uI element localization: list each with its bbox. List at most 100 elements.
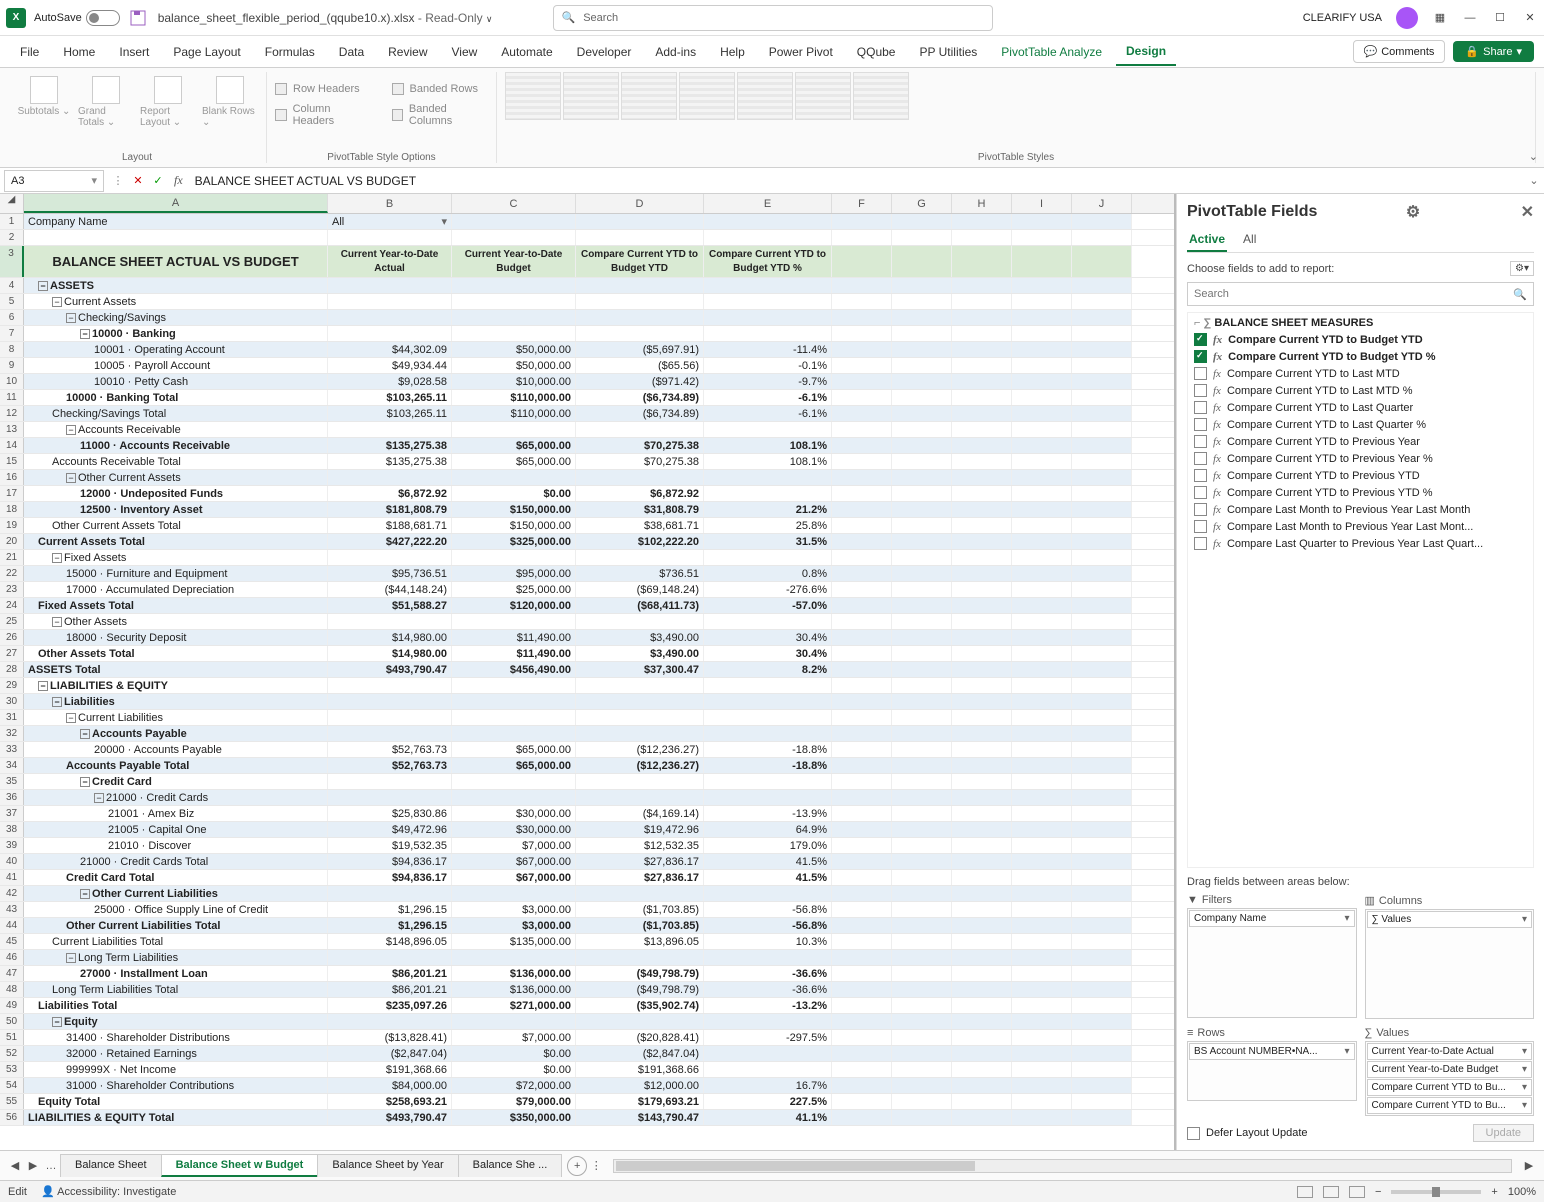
- row-label[interactable]: −Checking/Savings: [24, 310, 328, 325]
- row-header[interactable]: 27: [0, 646, 24, 661]
- cell[interactable]: [832, 390, 892, 405]
- row-label[interactable]: 10010 · Petty Cash: [24, 374, 328, 389]
- cell[interactable]: [832, 454, 892, 469]
- variance-pct-cell[interactable]: -297.5%: [704, 1030, 832, 1045]
- cell[interactable]: [832, 662, 892, 677]
- cell[interactable]: [1072, 1046, 1132, 1061]
- update-button[interactable]: Update: [1473, 1124, 1534, 1142]
- cell[interactable]: [952, 1110, 1012, 1125]
- cell[interactable]: [832, 870, 892, 885]
- row-label[interactable]: ASSETS Total: [24, 662, 328, 677]
- fx-icon[interactable]: fx: [168, 173, 189, 188]
- row-label[interactable]: Accounts Receivable Total: [24, 454, 328, 469]
- actual-cell[interactable]: $49,934.44: [328, 358, 452, 373]
- cell[interactable]: [832, 822, 892, 837]
- budget-cell[interactable]: $150,000.00: [452, 518, 576, 533]
- cell[interactable]: [1012, 246, 1072, 277]
- cell[interactable]: [952, 886, 1012, 901]
- cell[interactable]: [1012, 374, 1072, 389]
- cell[interactable]: [1012, 982, 1072, 997]
- row-label[interactable]: Current Assets Total: [24, 534, 328, 549]
- cell[interactable]: [1072, 758, 1132, 773]
- pane-gear-icon[interactable]: ⚙: [1406, 202, 1420, 222]
- area-item[interactable]: Compare Current YTD to Bu...▾: [1367, 1079, 1533, 1096]
- cell[interactable]: [832, 1014, 892, 1029]
- variance-pct-cell[interactable]: 179.0%: [704, 838, 832, 853]
- formula-content[interactable]: BALANCE SHEET ACTUAL VS BUDGET: [189, 174, 1524, 188]
- cell[interactable]: [892, 278, 952, 293]
- budget-cell[interactable]: $136,000.00: [452, 982, 576, 997]
- cell[interactable]: [1012, 534, 1072, 549]
- field-checkbox[interactable]: [1194, 384, 1207, 397]
- cell[interactable]: [832, 374, 892, 389]
- budget-cell[interactable]: $7,000.00: [452, 838, 576, 853]
- actual-cell[interactable]: $86,201.21: [328, 966, 452, 981]
- cell[interactable]: [952, 646, 1012, 661]
- row-header[interactable]: 56: [0, 1110, 24, 1125]
- cell[interactable]: [1012, 550, 1072, 565]
- area-item[interactable]: BS Account NUMBER•NA...▾: [1189, 1043, 1355, 1060]
- row-label[interactable]: Other Assets Total: [24, 646, 328, 661]
- cell[interactable]: [1072, 454, 1132, 469]
- variance-pct-cell[interactable]: [704, 1062, 832, 1077]
- cell[interactable]: [832, 1046, 892, 1061]
- row-header[interactable]: 36: [0, 790, 24, 805]
- cell[interactable]: [1012, 662, 1072, 677]
- actual-cell[interactable]: $19,532.35: [328, 838, 452, 853]
- cell[interactable]: [1012, 470, 1072, 485]
- field-checkbox[interactable]: [1194, 469, 1207, 482]
- row-label[interactable]: 31000 · Shareholder Contributions: [24, 1078, 328, 1093]
- row-label[interactable]: 12500 · Inventory Asset: [24, 502, 328, 517]
- cell[interactable]: [832, 518, 892, 533]
- cell[interactable]: [892, 806, 952, 821]
- budget-cell[interactable]: $325,000.00: [452, 534, 576, 549]
- budget-cell[interactable]: $0.00: [452, 1062, 576, 1077]
- column-header-B[interactable]: B: [328, 194, 452, 213]
- share-button[interactable]: 🔒 Share ▾: [1453, 41, 1534, 62]
- actual-cell[interactable]: $44,302.09: [328, 342, 452, 357]
- cell[interactable]: [892, 326, 952, 341]
- budget-cell[interactable]: [452, 694, 576, 709]
- variance-cell[interactable]: [576, 614, 704, 629]
- variance-pct-cell[interactable]: 108.1%: [704, 454, 832, 469]
- ribbon-tab-page-layout[interactable]: Page Layout: [163, 39, 250, 65]
- field-item[interactable]: fxCompare Current YTD to Budget YTD %: [1190, 348, 1531, 365]
- row-label[interactable]: Current Liabilities Total: [24, 934, 328, 949]
- actual-cell[interactable]: [328, 294, 452, 309]
- cell[interactable]: [1012, 934, 1072, 949]
- cell[interactable]: [892, 774, 952, 789]
- cell[interactable]: [892, 374, 952, 389]
- variance-pct-cell[interactable]: 25.8%: [704, 518, 832, 533]
- cell[interactable]: [1012, 710, 1072, 725]
- style-swatch[interactable]: [563, 72, 619, 120]
- cell[interactable]: [892, 470, 952, 485]
- variance-cell[interactable]: $12,532.35: [576, 838, 704, 853]
- row-label[interactable]: 15000 · Furniture and Equipment: [24, 566, 328, 581]
- style-swatch[interactable]: [795, 72, 851, 120]
- variance-pct-cell[interactable]: -11.4%: [704, 342, 832, 357]
- cell[interactable]: [832, 1110, 892, 1125]
- field-list[interactable]: ⌐ ∑ BALANCE SHEET MEASURES fxCompare Cur…: [1187, 312, 1534, 868]
- actual-cell[interactable]: $6,872.92: [328, 486, 452, 501]
- cell[interactable]: [892, 246, 952, 277]
- cell[interactable]: [952, 486, 1012, 501]
- row-label[interactable]: 32000 · Retained Earnings: [24, 1046, 328, 1061]
- variance-cell[interactable]: [576, 326, 704, 341]
- cell[interactable]: [952, 534, 1012, 549]
- cell[interactable]: [952, 854, 1012, 869]
- row-label[interactable]: 10001 · Operating Account: [24, 342, 328, 357]
- cell[interactable]: [952, 214, 1012, 229]
- row-label[interactable]: 10000 · Banking Total: [24, 390, 328, 405]
- actual-cell[interactable]: $51,588.27: [328, 598, 452, 613]
- cell[interactable]: [1072, 326, 1132, 341]
- cell[interactable]: [1072, 886, 1132, 901]
- row-header[interactable]: 46: [0, 950, 24, 965]
- row-header[interactable]: 52: [0, 1046, 24, 1061]
- cell[interactable]: [892, 918, 952, 933]
- row-label[interactable]: −Other Current Assets: [24, 470, 328, 485]
- budget-cell[interactable]: $3,000.00: [452, 918, 576, 933]
- budget-cell[interactable]: $72,000.00: [452, 1078, 576, 1093]
- actual-cell[interactable]: $258,693.21: [328, 1094, 452, 1109]
- minimize-button[interactable]: —: [1462, 10, 1478, 26]
- cell[interactable]: [328, 230, 452, 245]
